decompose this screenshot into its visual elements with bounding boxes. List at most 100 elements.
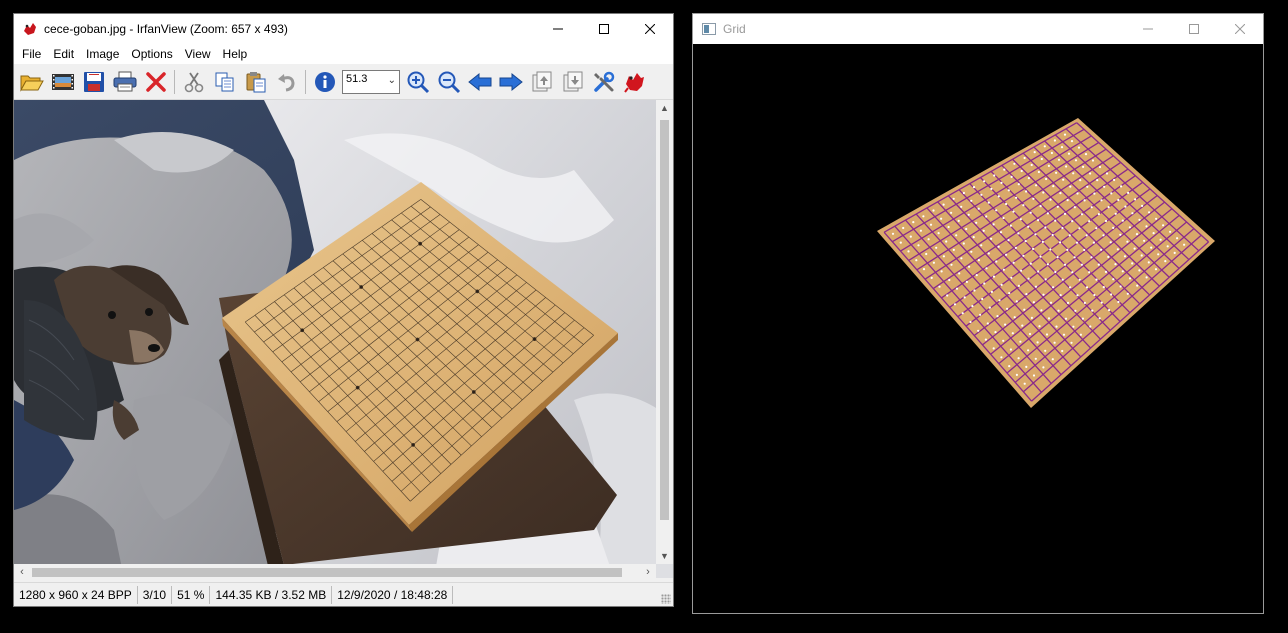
scroll-right-icon[interactable]: ›	[640, 564, 656, 581]
cut-button[interactable]	[178, 67, 209, 97]
intersection-marker	[963, 296, 966, 299]
intersection-marker	[1017, 284, 1020, 287]
irfanview-logo-button[interactable]	[619, 67, 650, 97]
maximize-button[interactable]	[581, 14, 627, 44]
copy-button[interactable]	[209, 67, 240, 97]
menu-image[interactable]: Image	[80, 47, 125, 61]
info-button[interactable]	[309, 67, 340, 97]
previous-button[interactable]	[464, 67, 495, 97]
intersection-marker	[1104, 270, 1108, 273]
intersection-marker	[975, 274, 978, 277]
intersection-marker	[1079, 333, 1082, 336]
grid-canvas[interactable]	[693, 44, 1263, 613]
star-point	[355, 385, 360, 390]
maximize-icon	[599, 24, 609, 34]
scroll-left-icon[interactable]: ‹	[14, 564, 30, 581]
intersection-marker	[972, 236, 975, 239]
intersection-marker	[1136, 284, 1139, 287]
intersection-marker	[981, 297, 984, 301]
zoom-in-button[interactable]	[402, 67, 433, 97]
intersection-marker	[1176, 237, 1179, 240]
intersection-marker	[1062, 178, 1065, 181]
zoom-out-button[interactable]	[433, 67, 464, 97]
horizontal-scrollbar[interactable]: ‹ ›	[14, 564, 656, 581]
intersection-marker	[1061, 226, 1064, 230]
status-datetime: 12/9/2020 / 18:48:28	[332, 585, 454, 604]
intersection-marker	[1045, 333, 1049, 336]
intersection-marker	[1071, 220, 1074, 223]
undo-button[interactable]	[271, 67, 302, 97]
intersection-marker	[1066, 248, 1069, 251]
intersection-marker	[1013, 316, 1016, 319]
intersection-marker	[1009, 224, 1012, 227]
intersection-marker	[1091, 309, 1094, 312]
intersection-marker	[970, 199, 973, 202]
intersection-marker	[1059, 294, 1062, 297]
minimize-button[interactable]	[535, 14, 581, 44]
intersection-marker	[1020, 169, 1023, 173]
open-folder-icon	[19, 75, 44, 92]
menu-options[interactable]: Options	[125, 47, 178, 61]
intersection-marker	[1011, 332, 1014, 335]
first-page-button[interactable]	[526, 67, 557, 97]
intersection-marker	[950, 211, 953, 214]
intersection-marker	[1150, 246, 1153, 249]
intersection-marker	[1074, 309, 1077, 312]
scroll-up-icon[interactable]: ▲	[656, 100, 673, 116]
intersection-marker	[952, 248, 955, 251]
irfanview-titlebar[interactable]: cece-goban.jpg - IrfanView (Zoom: 657 x …	[14, 14, 673, 44]
slideshow-button[interactable]	[47, 67, 78, 97]
intersection-marker	[1143, 239, 1146, 242]
delete-button[interactable]	[140, 67, 171, 97]
menu-edit[interactable]: Edit	[47, 47, 80, 61]
intersection-marker	[1082, 165, 1085, 168]
intersection-marker	[1069, 286, 1072, 289]
horizontal-scroll-thumb[interactable]	[32, 568, 622, 577]
intersection-marker	[1110, 192, 1113, 195]
intersection-marker	[929, 223, 933, 226]
intersection-marker	[1041, 240, 1044, 243]
menu-file[interactable]: File	[16, 47, 47, 61]
intersection-marker	[988, 306, 991, 309]
intersection-marker	[1019, 218, 1022, 221]
intersection-marker	[1056, 205, 1059, 208]
last-page-button[interactable]	[557, 67, 588, 97]
grid-close-button[interactable]	[1217, 14, 1263, 44]
intersection-marker	[1040, 157, 1043, 161]
intersection-marker	[1037, 219, 1040, 222]
intersection-marker	[1075, 241, 1079, 244]
zoom-combobox[interactable]: 51.3 ⌄	[342, 69, 400, 94]
intersection-marker	[1064, 317, 1068, 320]
vertical-scroll-thumb[interactable]	[660, 120, 669, 520]
save-button[interactable]	[78, 67, 109, 97]
intersection-marker	[1102, 234, 1105, 237]
print-button[interactable]	[109, 67, 140, 97]
intersection-marker	[998, 299, 1001, 302]
intersection-marker	[1070, 140, 1074, 143]
grid-maximize-button[interactable]	[1171, 14, 1217, 44]
next-button[interactable]	[495, 67, 526, 97]
menu-help[interactable]: Help	[217, 47, 254, 61]
settings-button[interactable]	[588, 67, 619, 97]
close-button[interactable]	[627, 14, 673, 44]
intersection-marker	[1081, 317, 1084, 320]
intersection-marker	[1092, 241, 1095, 244]
menu-view[interactable]: View	[179, 47, 217, 61]
window-app-icon	[702, 23, 716, 35]
intersection-marker	[1090, 206, 1093, 209]
resize-grip-icon[interactable]	[661, 594, 671, 604]
image-viewport[interactable]	[14, 100, 673, 578]
star-point	[415, 337, 420, 342]
paste-button[interactable]	[240, 67, 271, 97]
vertical-scrollbar[interactable]: ▲ ▼	[656, 100, 673, 564]
cut-icon	[184, 72, 203, 92]
intersection-marker	[955, 287, 959, 290]
intersection-marker	[1089, 172, 1092, 175]
scroll-down-icon[interactable]: ▼	[656, 548, 673, 564]
intersection-marker	[1141, 204, 1144, 207]
grid-minimize-button[interactable]	[1125, 14, 1171, 44]
intersection-marker	[1128, 277, 1132, 280]
open-button[interactable]	[16, 67, 47, 97]
intersection-marker	[1032, 374, 1036, 377]
grid-titlebar[interactable]: Grid	[693, 14, 1263, 44]
